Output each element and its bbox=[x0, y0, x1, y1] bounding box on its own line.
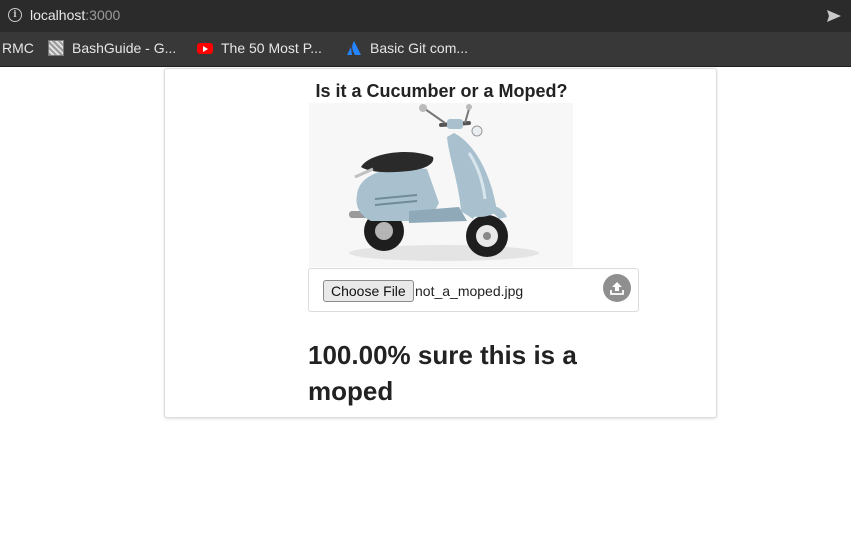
url-text[interactable]: localhost:3000 bbox=[30, 7, 120, 23]
info-icon[interactable]: i bbox=[8, 8, 22, 22]
url-port: :3000 bbox=[85, 7, 121, 23]
address-bar[interactable]: i localhost:3000 bbox=[0, 0, 851, 32]
classifier-card: Is it a Cucumber or a Moped? Choose File… bbox=[164, 68, 717, 418]
bookmark-label: RMC bbox=[2, 40, 34, 56]
prediction-result: 100.00% sure this is a moped bbox=[308, 340, 577, 406]
bookmark-label: BashGuide - G... bbox=[72, 40, 177, 56]
moped-photo bbox=[309, 103, 573, 267]
url-host: localhost bbox=[30, 7, 86, 23]
bashguide-favicon-icon bbox=[48, 40, 64, 56]
bookmark-bashguide[interactable]: BashGuide - G... bbox=[48, 40, 176, 56]
selected-file-name: not_a_moped.jpg bbox=[415, 283, 524, 299]
bookmark-label: Basic Git com... bbox=[370, 40, 469, 56]
youtube-icon bbox=[197, 42, 213, 54]
bookmark-label: The 50 Most P... bbox=[221, 40, 322, 56]
bookmarks-bar: RMC BashGuide - G... The 50 Most P... Ba… bbox=[0, 32, 851, 67]
atlassian-icon bbox=[347, 41, 361, 55]
send-icon[interactable] bbox=[826, 9, 842, 23]
file-upload-field: Choose File not_a_moped.jpg bbox=[308, 268, 639, 312]
upload-icon[interactable] bbox=[603, 274, 631, 302]
page-title: Is it a Cucumber or a Moped? bbox=[315, 81, 568, 101]
choose-file-button[interactable]: Choose File bbox=[323, 280, 414, 302]
bookmark-rmc[interactable]: RMC bbox=[2, 40, 34, 56]
bookmark-git[interactable]: Basic Git com... bbox=[346, 40, 468, 56]
bookmark-youtube[interactable]: The 50 Most P... bbox=[197, 40, 322, 56]
